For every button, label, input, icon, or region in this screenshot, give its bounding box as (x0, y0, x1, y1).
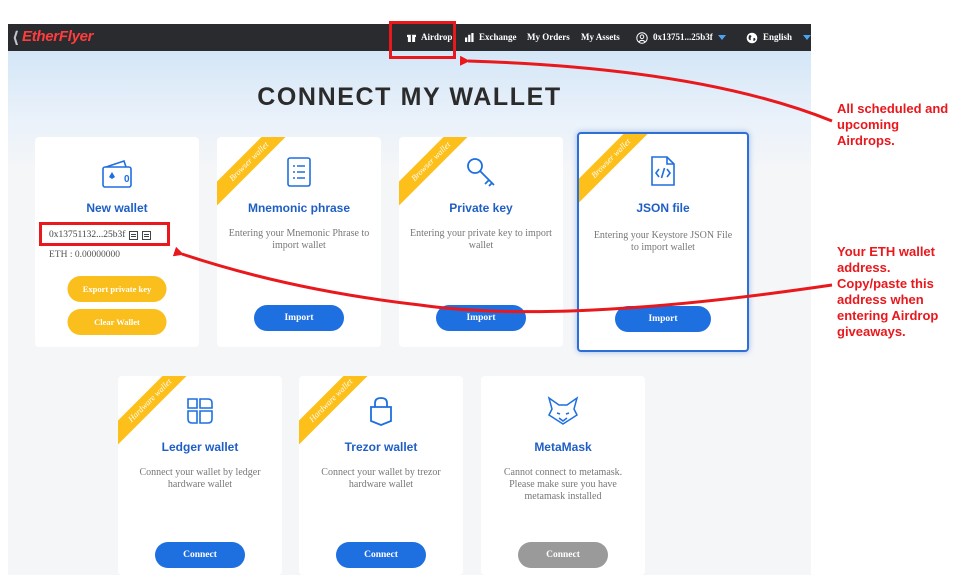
airdrop-annotation: All scheduled and upcoming Airdrops. (837, 101, 949, 148)
fox-icon (547, 396, 579, 425)
ledger-icon (187, 398, 213, 424)
nav-item-label: My Orders (527, 32, 570, 42)
chevron-down-icon (717, 35, 726, 40)
user-circle-icon (636, 31, 648, 44)
card-description: Connect your wallet by trezor hardware w… (321, 467, 441, 490)
nav-item-my-orders[interactable]: My Orders (527, 24, 570, 51)
card-ledger-wallet[interactable]: Hardware wallet Ledger wallet Connect yo… (118, 376, 282, 575)
address-highlight-box (39, 222, 170, 246)
card-title: Trezor wallet (344, 440, 418, 454)
wallet-count-badge: 0 (124, 174, 130, 185)
import-mnemonic-button[interactable]: Import (254, 305, 344, 331)
card-description: Connect your wallet by ledger hardware w… (139, 467, 261, 490)
lock-icon (370, 397, 392, 426)
nav-item-label: My Assets (581, 32, 620, 42)
logo-mark-icon: ⟨ (12, 27, 20, 47)
export-private-key-button[interactable]: Export private key (67, 276, 167, 302)
card-title: Private key (449, 201, 513, 215)
app-window: ⟨ EtherFlyer Airdrop Exchange My Orders … (8, 24, 811, 575)
globe-icon (746, 32, 758, 43)
page-title: CONNECT MY WALLET (257, 83, 562, 111)
card-private-key[interactable]: Browser wallet Private key Entering your… (399, 137, 563, 347)
airdrop-highlight-box (389, 21, 456, 59)
card-description: Entering your private key to import wall… (410, 228, 552, 251)
card-metamask[interactable]: MetaMask Cannot connect to metamask. Ple… (481, 376, 645, 575)
connect-ledger-button[interactable]: Connect (155, 542, 245, 568)
import-json-button[interactable]: Import (615, 306, 711, 332)
eth-balance: ETH : 0.00000000 (49, 250, 120, 260)
account-address: 0x13751...25b3f (653, 32, 713, 42)
card-description: Cannot connect to metamask. Please make … (503, 467, 623, 502)
nav-item-label: Exchange (479, 32, 517, 42)
document-list-icon (287, 157, 311, 187)
card-json-file[interactable]: Browser wallet JSON file Entering your K… (577, 132, 749, 352)
account-menu[interactable]: 0x13751...25b3f (636, 24, 726, 51)
card-title: JSON file (636, 201, 690, 215)
key-icon (467, 158, 495, 187)
code-file-icon (651, 156, 675, 186)
card-title: New wallet (86, 201, 148, 215)
connect-metamask-button[interactable]: Connect (518, 542, 608, 568)
card-trezor-wallet[interactable]: Hardware wallet Trezor wallet Connect yo… (299, 376, 463, 575)
nav-item-exchange[interactable]: Exchange (465, 24, 517, 51)
card-title: Mnemonic phrase (247, 201, 351, 215)
card-description: Entering your Mnemonic Phrase to import … (228, 228, 370, 251)
clear-wallet-button[interactable]: Clear Wallet (67, 309, 167, 335)
chevron-down-icon (803, 35, 811, 40)
ribbon-browser-wallet: Browser wallet (579, 134, 657, 205)
card-title: MetaMask (534, 440, 592, 454)
card-title: Ledger wallet (161, 440, 239, 454)
language-label: English (763, 32, 793, 42)
logo-text: EtherFlyer (22, 28, 94, 45)
bar-chart-icon (465, 33, 474, 42)
card-description: Entering your Keystore JSON File to impo… (593, 230, 733, 253)
language-selector[interactable]: English (746, 24, 811, 51)
nav-item-my-assets[interactable]: My Assets (581, 24, 620, 51)
card-mnemonic-phrase[interactable]: Browser wallet Mnemonic phrase Entering … (217, 137, 381, 347)
address-annotation: Your ETH wallet address. Copy/paste this… (837, 244, 939, 339)
import-private-key-button[interactable]: Import (436, 305, 526, 331)
logo[interactable]: ⟨ EtherFlyer (12, 27, 94, 47)
connect-trezor-button[interactable]: Connect (336, 542, 426, 568)
